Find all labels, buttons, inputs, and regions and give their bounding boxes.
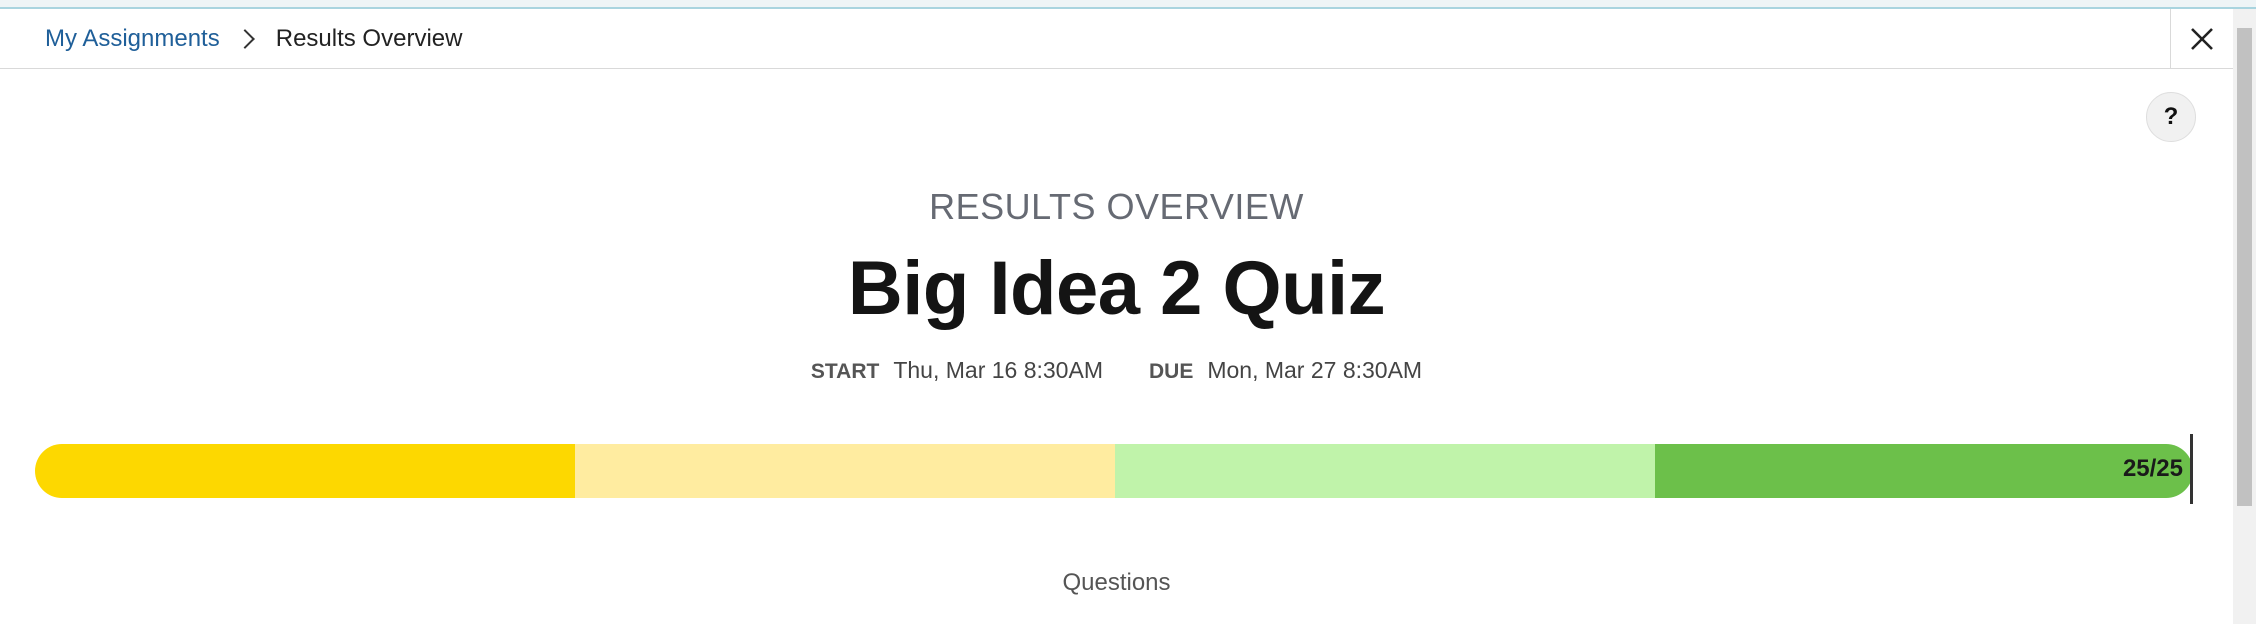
breadcrumb-my-assignments-link[interactable]: My Assignments <box>45 25 220 53</box>
top-accent-bar <box>0 0 2256 9</box>
assignment-dates: START Thu, Mar 16 8:30AM DUE Mon, Mar 27… <box>0 357 2233 384</box>
score-segment-1 <box>35 444 575 498</box>
breadcrumb-current: Results Overview <box>275 25 463 52</box>
section-label: RESULTS OVERVIEW <box>929 186 1304 227</box>
scrollbar-thumb[interactable] <box>2237 28 2252 506</box>
score-segment-4: 25/25 <box>1655 444 2193 498</box>
chevron-right-icon <box>234 29 255 49</box>
start-date: Thu, Mar 16 8:30AM <box>893 357 1103 383</box>
score-progress-bar: 25/25 <box>35 444 2193 498</box>
close-icon <box>2190 27 2213 50</box>
results-overview-page: My Assignments Results Overview ? RESULT… <box>0 0 2256 624</box>
due-label: DUE <box>1148 360 1194 383</box>
score-segment-2 <box>575 444 1115 498</box>
page-title: Big Idea 2 Quiz <box>847 246 1386 331</box>
help-button[interactable]: ? <box>2146 92 2196 142</box>
breadcrumb: My Assignments Results Overview <box>45 22 462 56</box>
close-button[interactable] <box>2170 9 2233 68</box>
questions-heading: Questions <box>1062 569 1171 596</box>
score-segment-3 <box>1115 444 1655 498</box>
due-date: Mon, Mar 27 8:30AM <box>1207 357 1423 383</box>
start-label: START <box>810 360 880 383</box>
score-label: 25/25 <box>2122 455 2183 482</box>
score-marker <box>2190 434 2193 504</box>
header-bar: My Assignments Results Overview <box>0 9 2233 69</box>
